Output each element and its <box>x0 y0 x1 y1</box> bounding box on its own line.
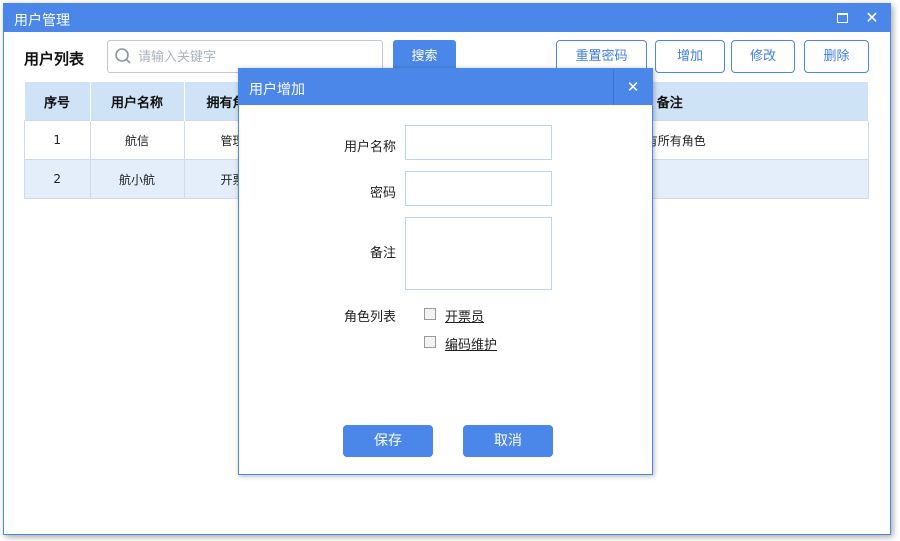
role-label-invoicer[interactable]: 开票员 <box>445 306 484 325</box>
note-label: 备注 <box>369 246 396 261</box>
delete-button[interactable]: 删除 <box>804 40 869 73</box>
dialog-close-icon[interactable]: ✕ <box>613 69 652 105</box>
password-field[interactable] <box>405 171 552 206</box>
search-input[interactable] <box>136 45 380 69</box>
role-checkbox-invoicer[interactable] <box>424 308 436 320</box>
save-button[interactable]: 保存 <box>343 425 433 457</box>
roles-label: 角色列表 <box>343 310 396 325</box>
list-title: 用户列表 <box>24 50 85 68</box>
maximize-icon[interactable] <box>830 8 854 28</box>
add-button[interactable]: 增加 <box>655 40 725 73</box>
cell-username: 航信 <box>89 120 185 160</box>
cell-no: 2 <box>24 159 91 199</box>
dialog-title: 用户增加 <box>249 82 305 98</box>
cancel-button[interactable]: 取消 <box>463 425 553 457</box>
note-field[interactable] <box>405 217 552 290</box>
password-label: 密码 <box>369 186 396 201</box>
username-field[interactable] <box>405 125 552 160</box>
role-checkbox-code-maintenance[interactable] <box>424 336 436 348</box>
window-titlebar: 用户管理 ✕ <box>4 4 890 32</box>
edit-button[interactable]: 修改 <box>731 40 795 73</box>
header-no[interactable]: 序号 <box>24 82 91 121</box>
username-label: 用户名称 <box>343 140 396 155</box>
search-icon <box>115 48 131 64</box>
cell-username: 航小航 <box>89 159 185 199</box>
add-user-dialog: 用户增加 ✕ 用户名称 密码 备注 角色列表 开票员 编码维护 保存 取消 <box>238 68 653 475</box>
cell-no: 1 <box>24 120 91 160</box>
close-icon[interactable]: ✕ <box>860 8 884 28</box>
header-username[interactable]: 用户名称 <box>90 82 185 121</box>
role-label-code-maintenance[interactable]: 编码维护 <box>445 334 497 353</box>
window-title: 用户管理 <box>14 13 70 29</box>
dialog-titlebar: 用户增加 ✕ <box>239 69 652 105</box>
